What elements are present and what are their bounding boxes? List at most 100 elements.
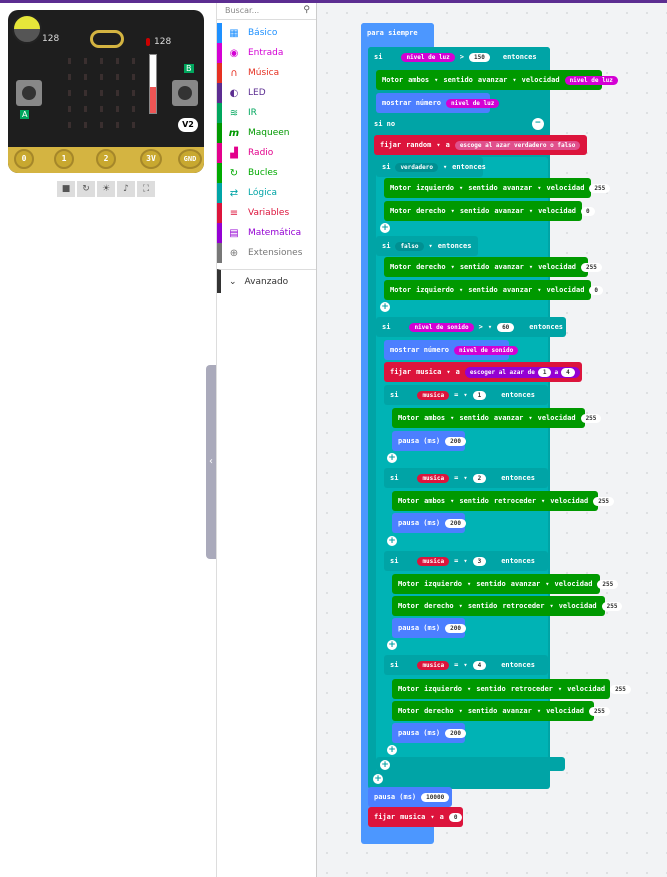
refresh-icon: ↻	[229, 167, 239, 179]
simulator-panel: 128 128 A B V2 0 1 2 3V GND ■ ↻ ☀ ♪ ⛶ ‹	[0, 3, 216, 877]
search-icon[interactable]: ⚲	[303, 5, 310, 15]
button-b[interactable]	[172, 80, 198, 106]
false-dropdown[interactable]: falso	[395, 241, 424, 251]
motor-left-forward-255[interactable]: Motor izquierdo ▾ sentido avanzar ▾ velocida…	[384, 178, 611, 198]
collapse-else-icon[interactable]: −	[532, 118, 544, 130]
add-branch-icon[interactable]: +	[387, 640, 397, 650]
motor-right-forward-0[interactable]: Motor derecho ▾ sentido avanzar ▾ velocidad 0	[384, 201, 595, 221]
thermometer-icon	[146, 38, 150, 46]
add-branch-icon[interactable]: +	[373, 774, 383, 784]
pin-gnd[interactable]: GND	[178, 149, 202, 169]
debug-icon[interactable]: ☀	[97, 181, 115, 197]
pause-10000-block[interactable]: pausa (ms) 10000	[368, 787, 452, 807]
light-sensor-icon[interactable]	[12, 14, 42, 44]
add-branch-icon[interactable]: +	[387, 453, 397, 463]
category-maqueen[interactable]: m Maqueen	[217, 123, 316, 143]
maqueen-icon: m	[228, 127, 240, 139]
category-matematica[interactable]: ▤ Matemática	[217, 223, 316, 243]
category-avanzado[interactable]: ⌄ Avanzado	[217, 269, 316, 293]
collapse-handle[interactable]: ‹	[206, 365, 216, 559]
add-branch-icon[interactable]: +	[380, 223, 390, 233]
if-musica-4-block[interactable]: si musica = ▾ 4 entonces	[384, 655, 548, 675]
pin-3v[interactable]: 3V	[140, 149, 162, 169]
if-musica-1-block[interactable]: si musica = ▾ 1 entonces	[384, 385, 548, 405]
motor-right-backward-255[interactable]: Motor derecho ▾ sentido retroceder ▾ velocid…	[392, 596, 623, 616]
pause-200-block[interactable]: pausa (ms) 200	[392, 723, 466, 743]
button-b-label: B	[184, 64, 194, 73]
if-false-block[interactable]: si falso ▾ entonces	[376, 236, 478, 256]
light-level-reporter[interactable]: nivel de luz	[446, 98, 500, 108]
stop-icon[interactable]: ■	[57, 181, 75, 197]
temperature-slider[interactable]	[149, 54, 157, 114]
motor-both-forward-255[interactable]: Motor ambos ▾ sentido avanzar ▾ velocidad 255	[392, 408, 602, 428]
temperature-value: 128	[154, 37, 172, 47]
category-variables[interactable]: ≡ Variables	[217, 203, 316, 223]
light-level-reporter[interactable]: nivel de luz	[401, 52, 455, 62]
category-ir[interactable]: ≋ IR	[217, 103, 316, 123]
toolbox: Buscar... ⚲ ▦ Básico ◉ Entrada ∩ Música ◐ LE…	[216, 3, 317, 877]
set-musica-0-block[interactable]: fijar musica ▾ a0	[368, 807, 463, 827]
microbit-board[interactable]: 128 128 A B V2 0 1 2 3V GND	[8, 10, 204, 173]
restart-icon[interactable]: ↻	[77, 181, 95, 197]
if-musica-3-block[interactable]: si musica = ▾ 3 entonces	[384, 551, 548, 571]
set-musica-random-block[interactable]: fijar musica ▾ a escoger al azar de 1 a 4	[384, 362, 582, 382]
simulator-controls: ■ ↻ ☀ ♪ ⛶	[57, 181, 155, 197]
category-logica[interactable]: ⇄ Lógica	[217, 183, 316, 203]
led-matrix[interactable]	[68, 58, 138, 128]
chevron-down-icon: ⌄	[229, 276, 237, 287]
pin-1[interactable]: 1	[54, 149, 74, 169]
pin-2[interactable]: 2	[96, 149, 116, 169]
add-branch-icon[interactable]: +	[380, 302, 390, 312]
if-musica-2-block[interactable]: si musica = ▾ 2 entonces	[384, 468, 548, 488]
search-input[interactable]: Buscar...	[225, 6, 259, 15]
add-branch-icon[interactable]: +	[380, 760, 390, 770]
if-sound-block[interactable]: si nivel de sonido > ▾ 60 entonces	[376, 317, 566, 337]
pick-random-bool-reporter[interactable]: escoge al azar verdadero o falso	[454, 140, 581, 150]
light-level-value: 128	[42, 34, 60, 44]
set-random-bool-block[interactable]: fijar random ▾ a escoge al azar verdadero …	[374, 135, 587, 155]
blocks-workspace[interactable]: para siempre si nivel de luz > 150 enton…	[317, 3, 667, 877]
light-level-reporter[interactable]: nivel de luz	[564, 75, 618, 85]
motor-right-forward-255[interactable]: Motor derecho ▾ sentido avanzar ▾ velocidad 2…	[384, 257, 602, 277]
category-basico[interactable]: ▦ Básico	[217, 23, 316, 43]
category-entrada[interactable]: ◉ Entrada	[217, 43, 316, 63]
if-light-block[interactable]: si nivel de luz > 150 entonces	[368, 47, 550, 67]
show-number-sound-block[interactable]: mostrar número nivel de sonido	[384, 340, 519, 360]
grid-icon: ▦	[229, 27, 239, 39]
sound-level-reporter[interactable]: nivel de sonido	[454, 345, 519, 355]
sound-level-reporter[interactable]: nivel de sonido	[409, 322, 474, 332]
motor-right-forward-255[interactable]: Motor derecho ▾ sentido avanzar ▾ velocidad 2…	[392, 701, 610, 721]
version-badge: V2	[178, 118, 198, 132]
nested-if-footer	[376, 757, 565, 771]
motor-left-backward-255[interactable]: Motor izquierdo ▾ sentido retroceder ▾ veloc…	[392, 679, 631, 699]
show-number-light-block[interactable]: mostrar número nivel de luz	[376, 93, 500, 113]
pause-200-block[interactable]: pausa (ms) 200	[392, 513, 466, 533]
button-a[interactable]	[16, 80, 42, 106]
motor-left-forward-0[interactable]: Motor izquierdo ▾ sentido avanzar ▾ velocida…	[384, 280, 604, 300]
pick-random-reporter[interactable]: escoger al azar de 1 a 4	[464, 366, 580, 378]
add-branch-icon[interactable]: +	[387, 745, 397, 755]
mute-icon[interactable]: ♪	[117, 181, 135, 197]
category-extensiones[interactable]: ⊕ Extensiones	[217, 243, 316, 263]
category-led[interactable]: ◐ LED	[217, 83, 316, 103]
else-label: si no −	[368, 114, 550, 134]
pause-200-block[interactable]: pausa (ms) 200	[392, 431, 466, 451]
pin-0[interactable]: 0	[14, 149, 34, 169]
operator-gt[interactable]: >	[460, 53, 464, 61]
search-box[interactable]: Buscar... ⚲	[217, 3, 316, 20]
true-dropdown[interactable]: verdadero	[395, 162, 438, 172]
category-bucles[interactable]: ↻ Bucles	[217, 163, 316, 183]
logo-touch-icon[interactable]	[90, 30, 124, 48]
if-true-block[interactable]: si verdadero ▾ entonces	[376, 157, 486, 177]
motor-left-forward-255[interactable]: Motor izquierdo ▾ sentido avanzar ▾ velocida…	[392, 574, 619, 594]
forever-block[interactable]: para siempre	[361, 23, 434, 43]
value-150[interactable]: 150	[469, 52, 490, 62]
category-musica[interactable]: ∩ Música	[217, 63, 316, 83]
pause-200-block[interactable]: pausa (ms) 200	[392, 618, 466, 638]
motor-both-light-block[interactable]: Motor ambos ▾ sentido avanzar ▾ velocidad ni…	[376, 70, 618, 90]
category-radio[interactable]: ▟ Radio	[217, 143, 316, 163]
headphones-icon: ∩	[230, 67, 238, 79]
add-branch-icon[interactable]: +	[387, 536, 397, 546]
fullscreen-icon[interactable]: ⛶	[137, 181, 155, 197]
motor-both-backward-255[interactable]: Motor ambos ▾ sentido retroceder ▾ velocidad…	[392, 491, 615, 511]
